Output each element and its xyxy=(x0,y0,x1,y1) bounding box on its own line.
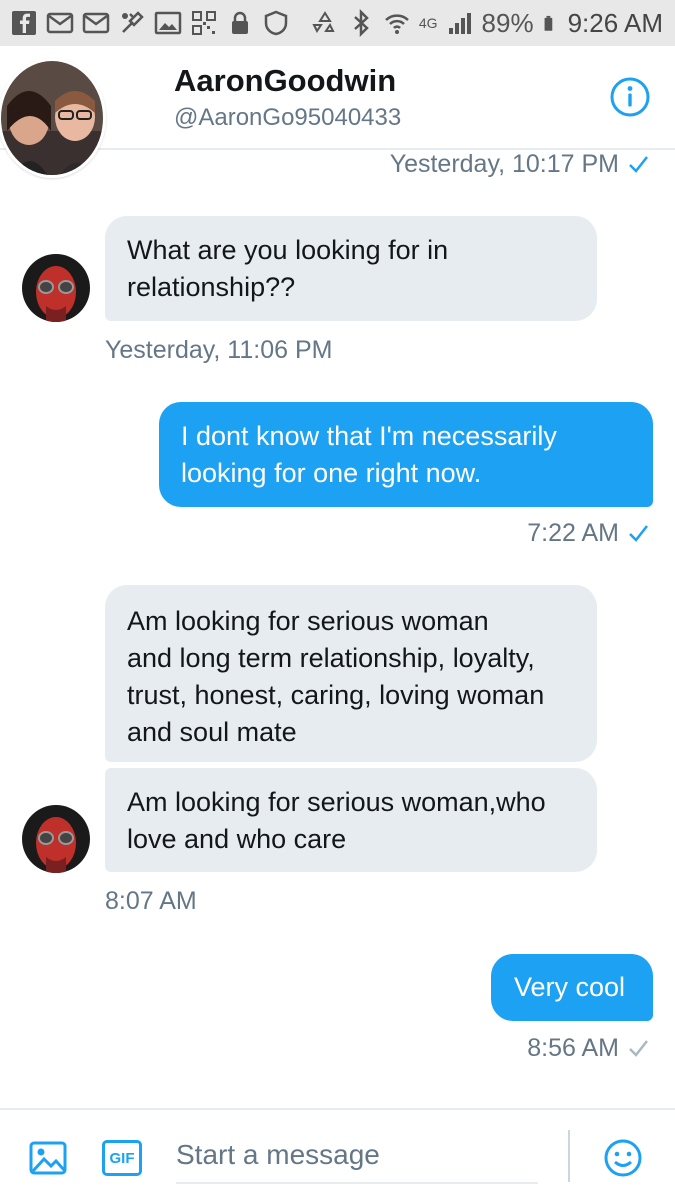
sent-check-icon xyxy=(629,1040,648,1057)
message-timestamp: Yesterday, 11:06 PM xyxy=(105,336,332,365)
mail-icon xyxy=(82,12,110,34)
timestamp-text: 8:07 AM xyxy=(105,887,197,915)
outgoing-message[interactable]: Very cool xyxy=(491,954,653,1021)
incoming-message[interactable]: Am looking for serious woman,who love an… xyxy=(105,768,597,872)
gif-label: GIF xyxy=(109,1149,135,1167)
lock-icon xyxy=(232,11,248,34)
mail-icon xyxy=(46,12,74,34)
contact-avatar[interactable] xyxy=(0,58,106,178)
network-type: 4G xyxy=(418,15,438,31)
timestamp-text: Yesterday, 11:06 PM xyxy=(105,336,333,364)
timestamp-text: Yesterday, 10:17 PM xyxy=(389,150,619,178)
composer-divider xyxy=(568,1130,570,1182)
message-composer: GIF xyxy=(0,1108,675,1200)
sender-avatar[interactable] xyxy=(22,254,90,322)
message-timestamp: 8:07 AM xyxy=(105,887,197,916)
gif-button[interactable]: GIF xyxy=(102,1140,142,1176)
message-timestamp: 7:22 AM xyxy=(527,519,649,548)
system-icons: 4G 89% 9:26 AM xyxy=(311,6,663,40)
notification-icons xyxy=(10,8,290,38)
recycle-icon xyxy=(312,11,335,33)
sender-avatar[interactable] xyxy=(22,805,90,873)
read-check-icon xyxy=(629,525,648,542)
battery-icon xyxy=(544,15,552,31)
image-icon[interactable] xyxy=(28,1138,68,1178)
battery-percent: 89% xyxy=(481,7,534,38)
emoji-icon[interactable] xyxy=(603,1138,643,1178)
sender-photo xyxy=(22,254,90,322)
shield-icon xyxy=(264,10,288,36)
read-check-icon xyxy=(629,156,648,173)
bluetooth-icon xyxy=(354,9,369,37)
message-line: and long term relationship, loyalty, xyxy=(127,643,535,673)
message-line: and soul mate xyxy=(127,717,297,747)
message-line: love and who care xyxy=(127,824,347,854)
status-bar: 4G 89% 9:26 AM xyxy=(0,0,675,46)
message-line: I dont know that I'm necessarily xyxy=(181,421,557,451)
message-timestamp: Yesterday, 10:17 PM xyxy=(390,150,649,179)
timestamp-text: 7:22 AM xyxy=(527,519,619,547)
facebook-icon xyxy=(12,11,36,35)
qr-icon xyxy=(192,11,216,35)
wifi-icon xyxy=(385,14,409,34)
signal-icon xyxy=(448,13,471,34)
contact-handle: @AaronGo95040433 xyxy=(174,104,402,131)
tools-icon xyxy=(122,11,144,33)
message-line: trust, honest, caring, loving woman xyxy=(127,680,545,710)
timestamp-text: 8:56 AM xyxy=(527,1034,619,1062)
incoming-message[interactable]: What are you looking for in relationship… xyxy=(105,216,597,321)
message-line: Very cool xyxy=(514,972,626,1002)
message-timestamp: 8:56 AM xyxy=(527,1034,649,1063)
message-line: What are you looking for in xyxy=(127,235,449,265)
message-line: Am looking for serious woman xyxy=(127,606,489,636)
image-icon xyxy=(154,11,182,35)
incoming-message[interactable]: Am looking for serious woman and long te… xyxy=(105,585,597,762)
contact-name[interactable]: AaronGoodwin xyxy=(174,63,396,99)
message-line: Am looking for serious woman,who xyxy=(127,787,546,817)
contact-photo xyxy=(1,61,103,175)
message-line: looking for one right now. xyxy=(181,458,482,488)
outgoing-message[interactable]: I dont know that I'm necessarily looking… xyxy=(159,402,653,507)
message-line: relationship?? xyxy=(127,272,296,302)
message-input[interactable] xyxy=(176,1128,538,1184)
sender-photo xyxy=(22,805,90,873)
status-time: 9:26 AM xyxy=(567,7,663,38)
info-icon[interactable] xyxy=(609,76,651,118)
